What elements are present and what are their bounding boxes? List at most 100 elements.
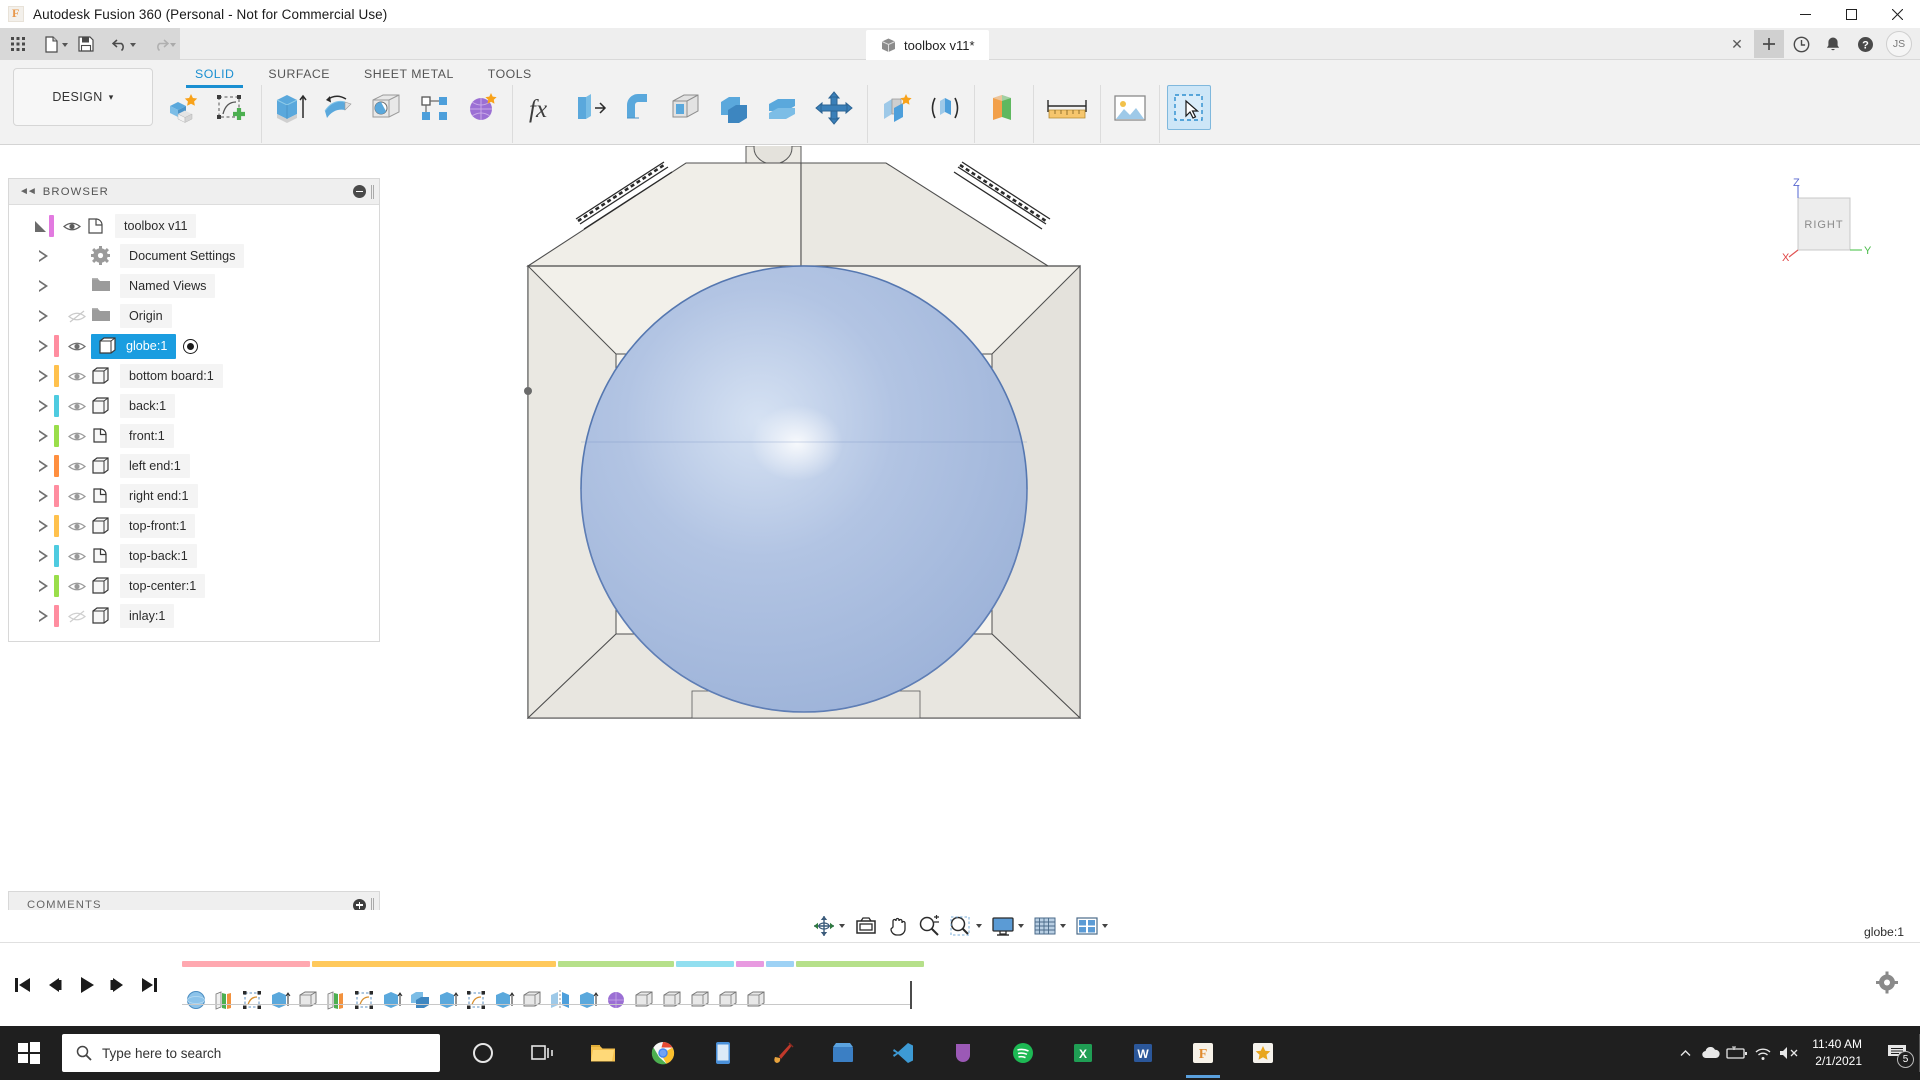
pan-icon[interactable] (883, 912, 913, 940)
globe-body[interactable] (580, 265, 1028, 713)
tree-row-bottom-board[interactable]: bottom board:1 (9, 361, 379, 391)
move-copy-button[interactable] (808, 85, 860, 130)
joint-button[interactable] (875, 85, 919, 130)
timeline-feature-sphere[interactable] (182, 985, 210, 1015)
create-form-button[interactable] (461, 85, 505, 130)
search-input[interactable]: Type here to search (62, 1034, 440, 1072)
paint-icon[interactable] (754, 1026, 812, 1080)
collapse-icon[interactable]: ◄◄ (19, 186, 37, 197)
orbit-icon[interactable] (808, 912, 849, 940)
visibility-eye-icon[interactable] (67, 337, 86, 356)
save-button[interactable] (72, 30, 100, 58)
offset-face-button[interactable] (760, 85, 804, 130)
timeline-feature-mirror[interactable] (546, 985, 574, 1015)
timeline-settings-icon[interactable] (1876, 971, 1898, 998)
timeline-feature-body[interactable] (630, 985, 658, 1015)
tree-row-left-end[interactable]: left end:1 (9, 451, 379, 481)
visibility-eye-icon[interactable] (67, 457, 86, 476)
timeline-feature-body[interactable] (714, 985, 742, 1015)
new-tab-button[interactable] (1754, 30, 1784, 58)
word-icon[interactable]: W (1114, 1026, 1172, 1080)
timeline-feature-extrude[interactable] (378, 985, 406, 1015)
volume-muted-icon[interactable] (1776, 1026, 1802, 1080)
tree-row-globe[interactable]: globe:1 (9, 331, 379, 361)
tab-solid[interactable]: SOLID (178, 64, 251, 88)
battery-icon[interactable] (1724, 1026, 1750, 1080)
expand-arrow-icon[interactable] (35, 248, 51, 264)
minimize-button[interactable] (1782, 0, 1828, 28)
timeline-feature-body[interactable] (294, 985, 322, 1015)
history-icon[interactable] (1786, 30, 1816, 58)
timeline-feature-extrude[interactable] (266, 985, 294, 1015)
vscode-icon[interactable] (874, 1026, 932, 1080)
timeline-track[interactable] (182, 955, 924, 1015)
expand-arrow-icon[interactable] (35, 458, 51, 474)
expand-arrow-icon[interactable] (35, 578, 51, 594)
tree-row-top-front[interactable]: top-front:1 (9, 511, 379, 541)
timeline-feature-extrude[interactable] (490, 985, 518, 1015)
timeline-feature-planes[interactable] (322, 985, 350, 1015)
visibility-hidden-icon[interactable] (67, 307, 86, 326)
start-button[interactable] (0, 1026, 58, 1080)
expand-arrow-icon[interactable] (35, 518, 51, 534)
selected-row-highlight[interactable]: globe:1 (91, 333, 177, 359)
new-component-button[interactable] (162, 85, 206, 130)
workspace-switcher[interactable]: DESIGN ▾ (13, 68, 153, 126)
store-icon[interactable] (814, 1026, 872, 1080)
expand-arrow-icon[interactable] (35, 368, 51, 384)
hole-button[interactable] (365, 85, 409, 130)
expand-arrow-icon[interactable] (35, 278, 51, 294)
expand-arrow-icon[interactable] (35, 488, 51, 504)
viewports-icon[interactable] (1071, 912, 1112, 940)
motion-link-button[interactable] (923, 85, 967, 130)
visibility-eye-icon[interactable] (67, 397, 86, 416)
modify-parameters-button[interactable]: fx (520, 85, 564, 130)
onedrive-icon[interactable] (1698, 1026, 1724, 1080)
maximize-button[interactable] (1828, 0, 1874, 28)
phone-icon[interactable] (694, 1026, 752, 1080)
tree-row-back[interactable]: back:1 (9, 391, 379, 421)
tree-row-root[interactable]: toolbox v11 (9, 211, 379, 241)
tree-row-origin[interactable]: Origin (9, 301, 379, 331)
go-to-beginning-button[interactable] (6, 967, 38, 1003)
timeline-feature-combine[interactable] (406, 985, 434, 1015)
task-view-icon[interactable] (514, 1026, 572, 1080)
fusion360-icon[interactable]: F (1174, 1026, 1232, 1080)
wifi-icon[interactable] (1750, 1026, 1776, 1080)
timeline-feature-body[interactable] (686, 985, 714, 1015)
panel-resize-grip[interactable] (371, 184, 374, 199)
step-forward-button[interactable] (102, 967, 134, 1003)
undo-button[interactable] (100, 30, 140, 58)
play-button[interactable] (70, 967, 102, 1003)
visibility-hidden-icon[interactable] (67, 607, 86, 626)
create-sketch-button[interactable] (210, 85, 254, 130)
step-back-button[interactable] (38, 967, 70, 1003)
fillet-button[interactable] (616, 85, 660, 130)
grid-snaps-icon[interactable] (1029, 912, 1070, 940)
3d-viewport[interactable]: RIGHT Z Y X (380, 146, 1920, 920)
timeline-feature-sketch[interactable] (238, 985, 266, 1015)
expand-arrow-icon[interactable] (35, 398, 51, 414)
tree-row-top-center[interactable]: top-center:1 (9, 571, 379, 601)
taskbar-clock[interactable]: 11:40 AM 2/1/2021 (1802, 1036, 1874, 1069)
close-tab-icon[interactable]: ✕ (1722, 30, 1752, 58)
offset-plane-button[interactable] (982, 85, 1026, 130)
expand-arrow-icon[interactable] (35, 548, 51, 564)
timeline-feature-body[interactable] (742, 985, 770, 1015)
app-grid-icon[interactable] (4, 30, 32, 58)
visibility-eye-icon[interactable] (67, 577, 86, 596)
tab-surface[interactable]: SURFACE (251, 64, 347, 86)
cortana-icon[interactable] (454, 1026, 512, 1080)
bell-icon[interactable] (1818, 30, 1848, 58)
timeline-feature-planes[interactable] (210, 985, 238, 1015)
action-center-button[interactable]: 5 (1874, 1026, 1920, 1080)
redo-button[interactable] (140, 30, 180, 58)
tree-row-inlay[interactable]: inlay:1 (9, 601, 379, 631)
expand-arrow-icon[interactable] (35, 308, 51, 324)
tree-row-document-settings[interactable]: Document Settings (9, 241, 379, 271)
zoom-window-icon[interactable] (945, 912, 986, 940)
go-to-end-button[interactable] (134, 967, 166, 1003)
spotify-icon[interactable] (994, 1026, 1052, 1080)
press-pull-button[interactable] (568, 85, 612, 130)
close-button[interactable] (1874, 0, 1920, 28)
